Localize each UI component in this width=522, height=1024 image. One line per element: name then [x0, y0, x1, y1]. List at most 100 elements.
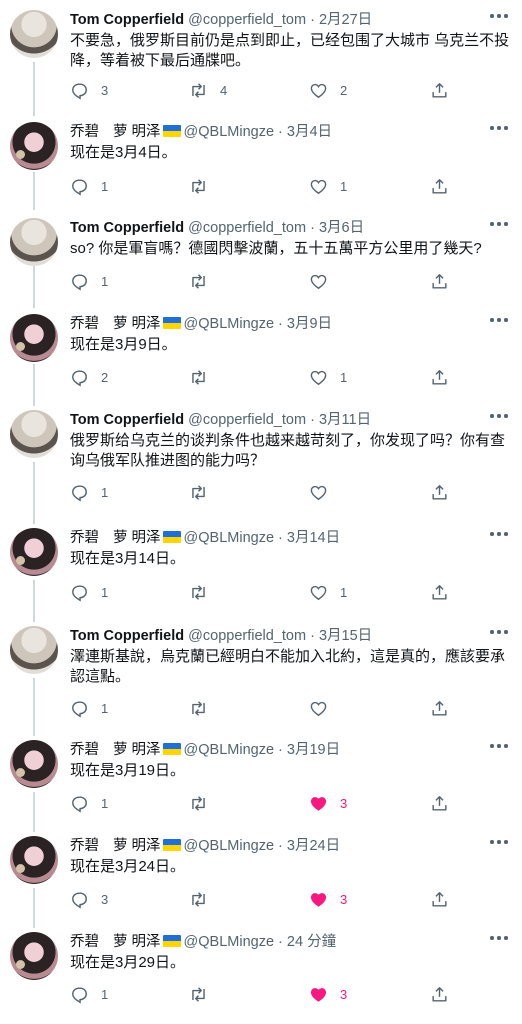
retweet-button[interactable]: 4 — [189, 78, 230, 102]
timestamp[interactable]: 24 分鐘 — [287, 934, 336, 950]
display-name[interactable]: Tom Copperfield — [70, 220, 184, 236]
retweet-button[interactable] — [189, 580, 230, 604]
share-button[interactable] — [430, 696, 449, 720]
display-name[interactable]: Tom Copperfield — [70, 12, 184, 28]
retweet-icon — [192, 178, 205, 194]
timestamp[interactable]: 3月11日 — [319, 412, 371, 428]
user-handle[interactable]: @copperfield_tom — [188, 628, 306, 644]
share-button[interactable] — [430, 365, 449, 389]
like-count: 3 — [340, 891, 348, 907]
avatar[interactable] — [10, 410, 58, 458]
like-button[interactable]: 3 — [309, 887, 350, 911]
user-handle[interactable]: @copperfield_tom — [188, 220, 306, 236]
share-icon — [432, 891, 447, 907]
display-name[interactable]: Tom Copperfield — [70, 412, 184, 428]
more-icon[interactable] — [490, 414, 508, 420]
reply-button[interactable]: 1 — [70, 580, 111, 604]
more-icon[interactable] — [490, 744, 508, 750]
timestamp[interactable]: 3月9日 — [287, 316, 332, 332]
share-button[interactable] — [430, 887, 449, 911]
like-button[interactable]: 1 — [309, 580, 350, 604]
tweet-header: 乔碧萝 明泽 @QBLMingze · 24 分鐘 — [70, 932, 336, 952]
like-button[interactable]: 3 — [309, 982, 350, 1006]
more-icon[interactable] — [490, 318, 508, 324]
avatar[interactable] — [10, 10, 58, 58]
share-button[interactable] — [430, 982, 449, 1006]
user-handle[interactable]: @copperfield_tom — [188, 412, 306, 428]
timestamp[interactable]: 3月6日 — [319, 220, 364, 236]
reply-button[interactable]: 1 — [70, 174, 111, 198]
user-handle[interactable]: @QBLMingze — [184, 934, 274, 950]
retweet-button[interactable] — [189, 887, 230, 911]
display-name[interactable]: 乔碧萝 明泽 — [70, 838, 161, 854]
reply-button[interactable]: 1 — [70, 269, 111, 293]
reply-button[interactable]: 1 — [70, 982, 111, 1006]
user-handle[interactable]: @QBLMingze — [184, 124, 274, 140]
thread-line — [33, 888, 35, 928]
avatar[interactable] — [10, 218, 58, 266]
retweet-button[interactable] — [189, 174, 230, 198]
retweet-button[interactable] — [189, 791, 230, 815]
share-button[interactable] — [430, 480, 449, 504]
more-icon[interactable] — [490, 532, 508, 538]
user-handle[interactable]: @copperfield_tom — [188, 12, 306, 28]
reply-button[interactable]: 1 — [70, 791, 111, 815]
more-icon[interactable] — [490, 630, 508, 636]
display-name[interactable]: 乔碧萝 明泽 — [70, 530, 161, 546]
like-button[interactable]: 2 — [309, 78, 350, 102]
avatar[interactable] — [10, 836, 58, 884]
more-icon[interactable] — [490, 14, 508, 20]
user-handle[interactable]: @QBLMingze — [184, 838, 274, 854]
retweet-button[interactable] — [189, 365, 230, 389]
avatar[interactable] — [10, 528, 58, 576]
timestamp[interactable]: 3月19日 — [287, 742, 340, 758]
retweet-count: 4 — [220, 82, 228, 98]
avatar[interactable] — [10, 122, 58, 170]
ukraine-flag-icon — [162, 743, 181, 755]
avatar[interactable] — [10, 740, 58, 788]
more-icon[interactable] — [490, 222, 508, 228]
reply-count: 1 — [101, 700, 109, 716]
avatar[interactable] — [10, 626, 58, 674]
display-name[interactable]: 乔碧萝 明泽 — [70, 742, 161, 758]
share-button[interactable] — [430, 269, 449, 293]
reply-button[interactable]: 1 — [70, 696, 111, 720]
retweet-button[interactable] — [189, 480, 230, 504]
like-button[interactable]: 3 — [309, 791, 350, 815]
like-button[interactable] — [309, 696, 350, 720]
more-icon[interactable] — [490, 840, 508, 846]
like-button[interactable] — [309, 269, 350, 293]
user-handle[interactable]: @QBLMingze — [184, 316, 274, 332]
retweet-button[interactable] — [189, 696, 230, 720]
timestamp[interactable]: 3月4日 — [287, 124, 332, 140]
reply-button[interactable]: 2 — [70, 365, 111, 389]
thread-line — [33, 62, 35, 116]
user-handle[interactable]: @QBLMingze — [184, 530, 274, 546]
share-button[interactable] — [430, 174, 449, 198]
share-button[interactable] — [430, 791, 449, 815]
retweet-button[interactable] — [189, 269, 230, 293]
like-button[interactable]: 1 — [309, 365, 350, 389]
retweet-button[interactable] — [189, 982, 230, 1006]
avatar[interactable] — [10, 314, 58, 362]
timestamp[interactable]: 3月14日 — [287, 530, 340, 546]
reply-button[interactable]: 3 — [70, 887, 111, 911]
display-name[interactable]: 乔碧萝 明泽 — [70, 934, 161, 950]
display-name[interactable]: Tom Copperfield — [70, 628, 184, 644]
avatar[interactable] — [10, 932, 58, 980]
like-button[interactable]: 1 — [309, 174, 350, 198]
share-button[interactable] — [430, 580, 449, 604]
user-handle[interactable]: @QBLMingze — [184, 742, 274, 758]
timestamp[interactable]: 3月24日 — [287, 838, 340, 854]
display-name[interactable]: 乔碧萝 明泽 — [70, 124, 161, 140]
timestamp[interactable]: 3月15日 — [319, 628, 372, 644]
more-icon[interactable] — [490, 936, 508, 942]
like-button[interactable] — [309, 480, 350, 504]
thread-line — [33, 266, 35, 308]
display-name[interactable]: 乔碧萝 明泽 — [70, 316, 161, 332]
timestamp[interactable]: 2月27日 — [319, 12, 372, 28]
share-button[interactable] — [430, 78, 449, 102]
reply-button[interactable]: 1 — [70, 480, 111, 504]
reply-button[interactable]: 3 — [70, 78, 111, 102]
more-icon[interactable] — [490, 126, 508, 132]
